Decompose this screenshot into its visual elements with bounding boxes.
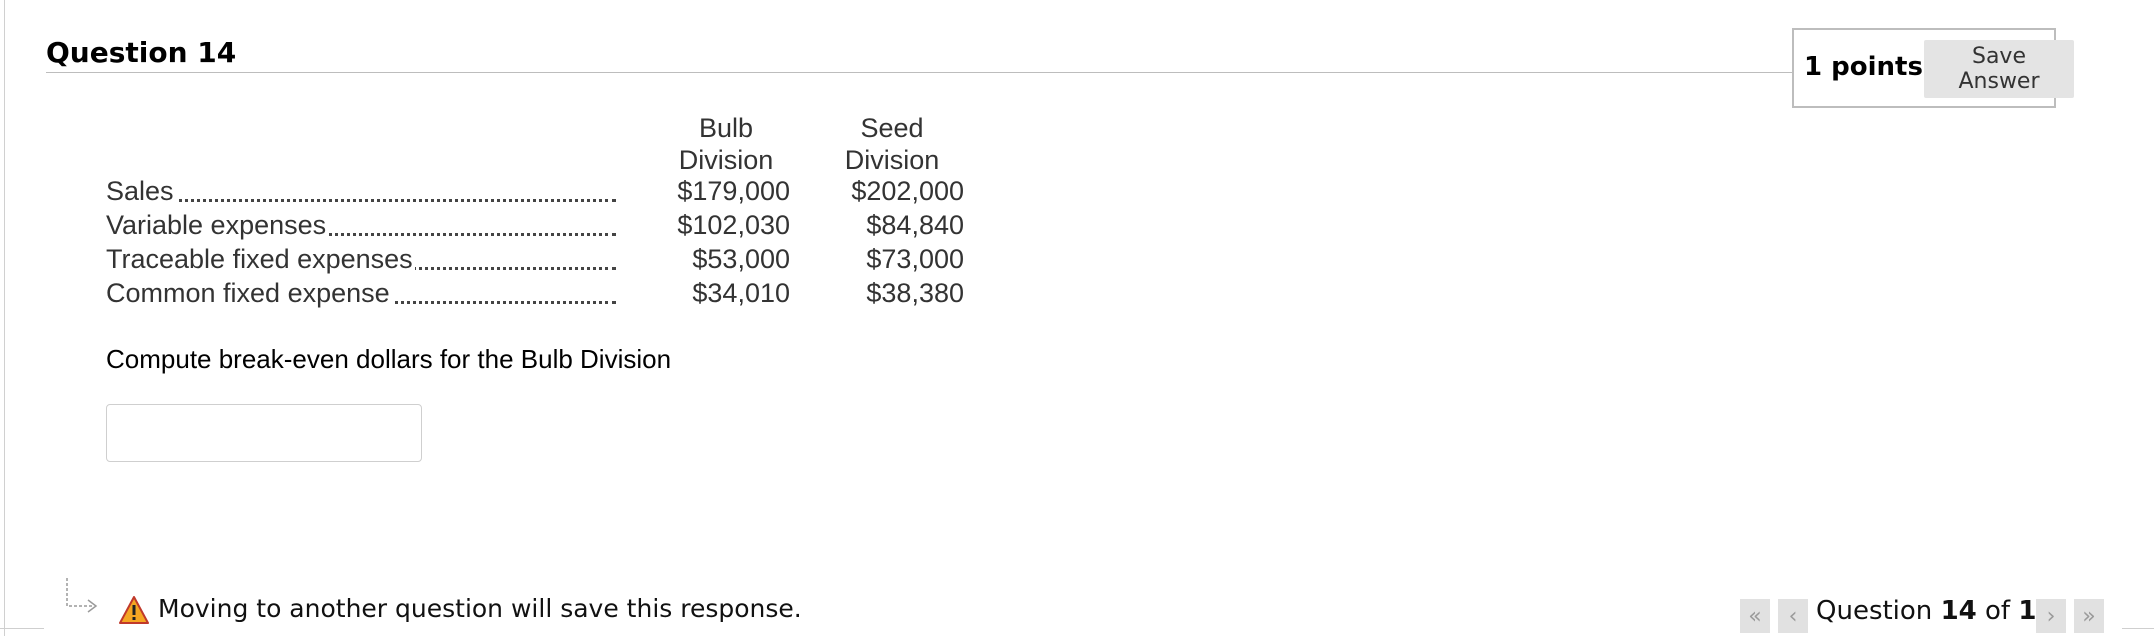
question-title: Question 14 <box>46 36 237 69</box>
cell-seed-variable-expenses: $84,840 <box>866 210 964 240</box>
nav-prefix: Question <box>1816 596 1933 626</box>
column-header-bulb-line1: Bulb <box>698 113 754 143</box>
left-border <box>4 0 5 636</box>
double-chevron-right-icon: » <box>2082 603 2096 629</box>
chevron-right-icon: › <box>2046 603 2056 629</box>
bottom-border-left <box>0 628 44 629</box>
save-answer-button[interactable]: Save Answer <box>1924 40 2074 98</box>
answer-input[interactable] <box>106 404 422 462</box>
leader-dots <box>106 199 616 202</box>
question-prompt: Compute break-even dollars for the Bulb … <box>106 344 672 374</box>
column-header-bulb-line2: Division <box>678 145 774 175</box>
cell-bulb-variable-expenses: $102,030 <box>677 210 790 240</box>
save-warning-message: Moving to another question will save thi… <box>158 594 802 623</box>
title-divider <box>46 72 1794 73</box>
cell-seed-common-fixed-expense: $38,380 <box>866 278 964 308</box>
row-label-text: Traceable fixed expenses <box>106 244 415 274</box>
nav-of: of <box>1985 596 2011 626</box>
cell-bulb-common-fixed-expense: $34,010 <box>692 278 790 308</box>
row-label-variable-expenses: Variable expenses <box>106 210 616 244</box>
row-label-common-fixed-expense: Common fixed expense <box>106 278 616 312</box>
bottom-border-right <box>2122 628 2154 629</box>
question-position: Question 14 of 17 <box>1816 596 2055 626</box>
cell-bulb-sales: $179,000 <box>677 176 790 206</box>
double-chevron-left-icon: « <box>1748 603 1762 629</box>
row-label-text: Sales <box>106 176 176 206</box>
row-label-traceable-fixed-expenses: Traceable fixed expenses <box>106 244 616 278</box>
warning-icon <box>119 596 149 624</box>
column-header-seed-line2: Division <box>844 145 940 175</box>
previous-question-button[interactable]: ‹ <box>1778 599 1808 633</box>
first-question-button[interactable]: « <box>1740 599 1770 633</box>
row-label-text: Variable expenses <box>106 210 329 240</box>
points-label: 1 points <box>1804 52 1923 82</box>
nav-current: 14 <box>1940 596 1977 626</box>
cell-seed-traceable-fixed-expenses: $73,000 <box>866 244 964 274</box>
cell-seed-sales: $202,000 <box>851 176 964 206</box>
cell-bulb-traceable-fixed-expenses: $53,000 <box>692 244 790 274</box>
column-header-bulb: Bulb Division <box>656 112 796 176</box>
chevron-left-icon: ‹ <box>1788 603 1798 629</box>
row-label-sales: Sales <box>106 176 616 210</box>
points-panel: 1 points Save Answer <box>1792 28 2074 108</box>
row-label-text: Common fixed expense <box>106 278 392 308</box>
column-header-seed-line1: Seed <box>860 113 924 143</box>
next-question-button[interactable]: › <box>2036 599 2066 633</box>
last-question-button[interactable]: » <box>2074 599 2104 633</box>
return-arrow-icon <box>66 578 98 613</box>
column-header-seed: Seed Division <box>822 112 962 176</box>
